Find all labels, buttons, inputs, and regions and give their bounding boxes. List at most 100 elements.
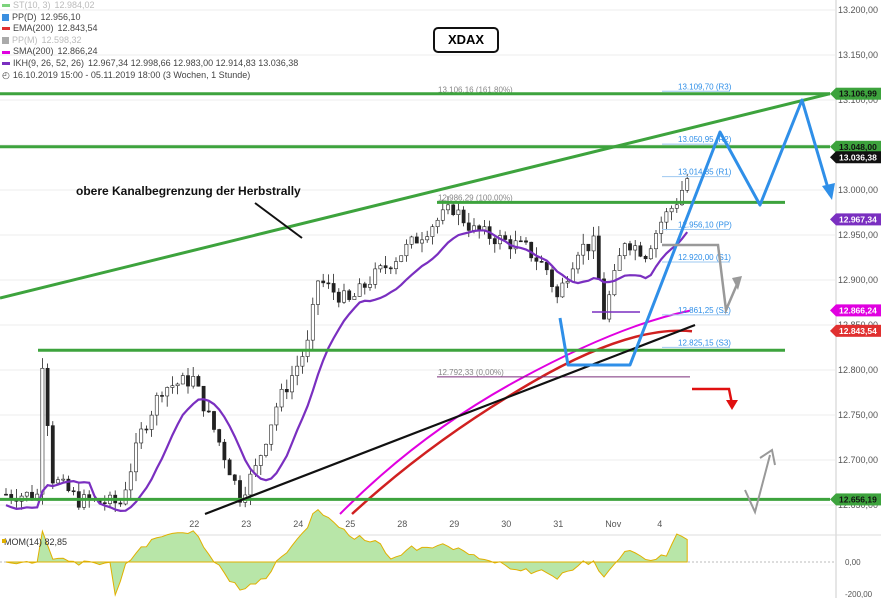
legend-value: 12.843,54 xyxy=(57,23,98,34)
candle-body xyxy=(638,245,643,257)
candle-body xyxy=(550,269,554,287)
candle-body xyxy=(383,265,388,269)
legend-label: PP(D) xyxy=(12,11,37,22)
y-tick-label: 12.900,00 xyxy=(838,275,878,285)
candle-body xyxy=(300,356,305,367)
candle-body xyxy=(534,257,539,262)
candle-body xyxy=(420,239,424,244)
candle-body xyxy=(555,286,560,298)
alt-scenario-arrowhead xyxy=(732,276,742,290)
candle-body xyxy=(466,222,471,231)
candle-body xyxy=(40,367,45,495)
candle-body xyxy=(586,243,591,252)
candle-body xyxy=(222,441,227,461)
legend-value: 12.984,02 xyxy=(54,0,95,10)
pivot-label: 13.109,70 (R3) xyxy=(678,82,732,91)
candle-body xyxy=(602,278,606,320)
x-tick-label: 22 xyxy=(189,519,199,529)
candle-body xyxy=(56,479,60,484)
legend-item: ◴ 16.10.2019 15:00 - 05.11.2019 18:00 (3 … xyxy=(2,70,298,82)
x-tick-label: 31 xyxy=(553,519,563,529)
candle-body xyxy=(674,204,679,209)
candle-body xyxy=(628,243,632,251)
y-tick-label: 13.200,00 xyxy=(838,5,878,15)
candle-body xyxy=(492,238,497,245)
candle-body xyxy=(503,235,508,240)
candle-body xyxy=(274,406,279,426)
legend-label: IKH(9, 26, 52, 26) xyxy=(13,57,85,68)
legend-value: 12.598,32 xyxy=(41,34,82,45)
candle-body xyxy=(633,245,638,251)
candle-body xyxy=(347,290,352,300)
x-tick-label: Nov xyxy=(605,519,622,529)
candle-body xyxy=(622,243,627,256)
candle-body xyxy=(45,367,50,426)
candle-body xyxy=(321,280,326,284)
candle-body xyxy=(518,240,523,243)
candle-body xyxy=(378,265,383,270)
candle-body xyxy=(529,241,534,259)
candle-body xyxy=(102,502,107,504)
candle-body xyxy=(180,375,185,385)
ema-line xyxy=(351,329,693,515)
candle-body xyxy=(295,365,300,376)
legend-label: SMA(200) xyxy=(13,46,54,57)
price-tag-pointer xyxy=(830,151,836,164)
forecast-arrowhead xyxy=(822,183,835,200)
candle-body xyxy=(264,443,268,456)
legend-item: ST(10, 3) 12.984,02 xyxy=(2,0,298,12)
price-tag-label: 13.048,00 xyxy=(839,142,877,152)
candle-body xyxy=(123,489,128,505)
x-tick-label: 29 xyxy=(449,519,459,529)
price-tag-pointer xyxy=(830,87,836,100)
price-tag-label: 12.967,34 xyxy=(839,214,877,224)
candle-body xyxy=(186,375,190,387)
series-swatch xyxy=(2,4,10,8)
candle-body xyxy=(524,240,528,243)
candle-body xyxy=(368,284,372,288)
legend-value: 12.956,10 xyxy=(40,11,81,22)
legend-label: ST(10, 3) xyxy=(13,0,51,10)
candle-body xyxy=(336,291,341,303)
candle-body xyxy=(409,236,414,245)
candle-body xyxy=(139,428,144,444)
legend-item: IKH(9, 26, 52, 26) 12.967,34 12.998,66 12… xyxy=(2,58,298,70)
candle-body xyxy=(305,339,310,357)
candle-body xyxy=(581,243,586,256)
candle-body xyxy=(446,204,450,211)
candle-body xyxy=(290,375,294,393)
candle-body xyxy=(456,209,461,216)
pivot-label: 12.861,25 (S2) xyxy=(678,306,731,315)
candle-body xyxy=(414,236,419,244)
candle-body xyxy=(664,211,669,223)
candle-body xyxy=(165,387,170,397)
candle-body xyxy=(206,410,211,413)
candle-body xyxy=(394,261,398,270)
price-tag-pointer xyxy=(830,140,836,153)
momentum-swatch xyxy=(2,539,6,543)
candle-body xyxy=(118,502,123,505)
candle-body xyxy=(9,494,14,499)
price-tag-pointer xyxy=(830,213,836,226)
price-tag-label: 12.656,19 xyxy=(839,494,877,504)
series-swatch xyxy=(2,37,9,45)
candle-body xyxy=(258,455,263,466)
candle-body xyxy=(612,270,617,296)
candle-body xyxy=(425,236,430,241)
series-swatch xyxy=(2,50,10,54)
price-tag-label: 12.866,24 xyxy=(839,305,877,315)
candle-body xyxy=(352,296,357,300)
candle-body xyxy=(196,376,201,387)
candle-body xyxy=(149,414,154,430)
momentum-label: MOM(14) 82,85 xyxy=(4,537,67,547)
candle-body xyxy=(576,254,580,270)
x-tick-label: 4 xyxy=(657,519,662,529)
candle-body xyxy=(560,282,565,298)
legend-value: 12.866,24 xyxy=(57,46,98,57)
candle-body xyxy=(61,478,66,481)
price-tag-pointer xyxy=(830,324,836,337)
legend-item: SMA(200) 12.866,24 xyxy=(2,46,298,58)
y-tick-label: 13.000,00 xyxy=(838,185,878,195)
y-tick-label: 12.700,00 xyxy=(838,455,878,465)
legend-item: PP(D) 12.956,10 xyxy=(2,12,298,24)
